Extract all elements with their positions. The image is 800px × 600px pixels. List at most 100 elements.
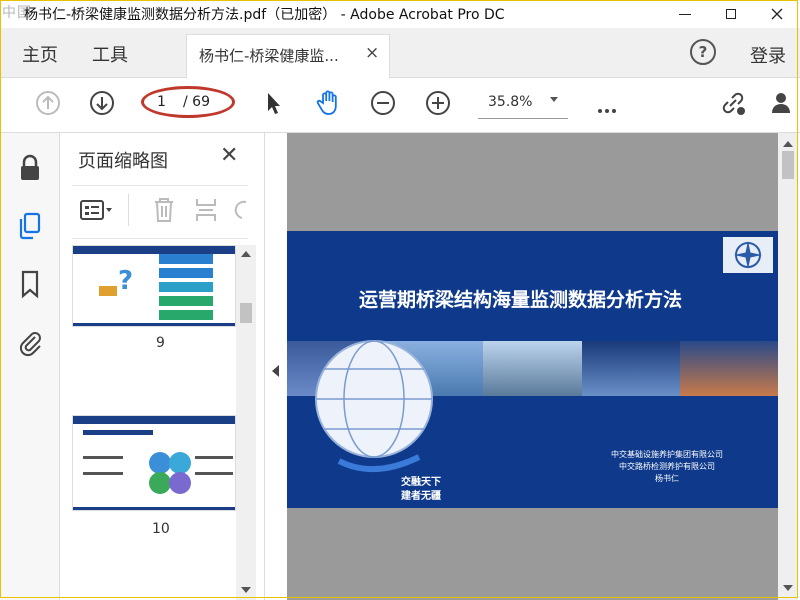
scroll-up-icon[interactable] — [783, 141, 793, 147]
bar-item — [159, 296, 213, 306]
page-thumbnails-button[interactable] — [16, 211, 44, 240]
tab-close-button[interactable]: × — [365, 43, 379, 63]
more-options-icon — [598, 109, 602, 113]
logo-compass-icon — [734, 241, 762, 269]
minimize-button[interactable] — [662, 0, 708, 28]
title-bar: 中国 杨书仁-桥梁健康监测数据分析方法.pdf（已加密） - Adobe Acr… — [0, 0, 800, 28]
document-tab-label: 杨书仁-桥梁健康监... — [199, 47, 339, 65]
org-line-2: 中交路桥检测养护有限公司 — [619, 462, 715, 471]
zoom-select[interactable]: 35.8% — [478, 90, 568, 119]
bookmark-icon — [21, 270, 39, 299]
document-tab[interactable]: 杨书仁-桥梁健康监... × — [186, 34, 390, 78]
petal — [169, 472, 191, 494]
thumbnail-subtitle — [83, 430, 153, 435]
slide-title: 运营期桥梁结构海量监测数据分析方法 — [359, 289, 683, 311]
photo — [581, 341, 680, 396]
photo — [483, 341, 582, 396]
previous-page-button[interactable] — [33, 88, 63, 118]
hand-tool-icon — [316, 90, 337, 115]
page-thumbnail-10[interactable] — [72, 415, 236, 511]
menu-home[interactable]: 主页 — [22, 41, 58, 67]
security-button[interactable] — [16, 153, 44, 181]
attachments-button[interactable] — [16, 327, 44, 357]
org-line-1: 中交基础设施养护集团有限公司 — [611, 450, 723, 459]
next-page-button[interactable] — [87, 88, 117, 118]
divider — [128, 194, 129, 226]
previous-page-icon — [36, 91, 60, 115]
petal — [149, 452, 171, 474]
thumbnail-page-number: 10 — [152, 521, 170, 537]
zoom-in-button[interactable] — [423, 88, 453, 118]
left-rail — [0, 133, 60, 600]
extract-page-icon[interactable] — [194, 196, 218, 224]
company-logo — [723, 237, 773, 273]
maximize-button[interactable] — [708, 0, 754, 28]
menu-bar: 主页 工具 杨书仁-桥梁健康监... × ? 登录 — [0, 28, 800, 78]
panel-title: 页面缩略图 — [78, 151, 168, 172]
dot — [605, 109, 609, 113]
close-window-button[interactable] — [754, 0, 800, 28]
share-link-button[interactable] — [718, 88, 748, 118]
photo — [679, 341, 778, 396]
document-view[interactable]: 运营期桥梁结构海量监测数据分析方法 中交基础设施养护集团有限公司 中交路桥检测养… — [287, 133, 778, 600]
menu-tools[interactable]: 工具 — [92, 41, 128, 67]
globe-icon — [315, 340, 433, 472]
next-page-icon — [90, 91, 114, 115]
question-mark-icon: ? — [118, 266, 134, 296]
petal — [169, 452, 191, 474]
login-button[interactable]: 登录 — [750, 42, 786, 68]
scrollbar-thumb[interactable] — [782, 151, 794, 179]
scroll-down-icon[interactable] — [783, 585, 793, 591]
maximize-icon — [726, 9, 736, 19]
help-button[interactable]: ? — [690, 39, 716, 65]
pdf-page: 运营期桥梁结构海量监测数据分析方法 中交基础设施养护集团有限公司 中交路桥检测养… — [287, 231, 778, 508]
zoom-value: 35.8% — [488, 94, 533, 110]
zoom-out-button[interactable] — [368, 88, 398, 118]
thumbnail-page-number: 9 — [156, 335, 165, 351]
dot — [612, 109, 616, 113]
text-line — [195, 456, 233, 459]
bar-item — [159, 268, 213, 278]
add-user-button[interactable] — [768, 88, 798, 118]
thumbnail-footer — [73, 507, 235, 510]
bar-item — [159, 282, 213, 292]
page-thumbnail-9[interactable]: ? — [72, 245, 236, 327]
scrollbar-thumb[interactable] — [240, 303, 252, 323]
bar-item — [159, 254, 213, 264]
close-icon — [771, 8, 783, 20]
thumbnail-panel: 页面缩略图 ✕ ? 9 10 — [60, 133, 265, 600]
toolbar: 1 / 69 35.8% — [0, 78, 800, 133]
page-thumbnails-icon — [19, 212, 41, 240]
slogan-line-1: 交融天下 — [401, 477, 441, 488]
text-line — [83, 456, 123, 459]
select-tool-button[interactable] — [258, 88, 288, 118]
slogan-line-2: 建者无疆 — [401, 491, 441, 502]
share-link-icon — [722, 92, 745, 115]
thumbnail-scrollbar[interactable] — [236, 245, 256, 600]
thumbnail-footer — [73, 323, 235, 326]
delete-page-icon[interactable] — [152, 196, 176, 224]
minimize-icon — [679, 13, 691, 15]
thumbnail-options-icon[interactable] — [80, 200, 116, 222]
page-navigator: 1 / 69 — [141, 86, 235, 118]
text-line — [83, 472, 123, 475]
scroll-up-icon[interactable] — [241, 251, 251, 257]
collapse-arrow-icon — [272, 365, 279, 377]
panel-collapse-handle[interactable] — [265, 133, 287, 600]
figure-icon — [99, 286, 117, 296]
more-options-button[interactable] — [598, 98, 619, 117]
hand-tool-button[interactable] — [314, 88, 344, 118]
panel-close-button[interactable]: ✕ — [220, 143, 238, 168]
thumbnail-header — [73, 416, 235, 424]
document-scrollbar[interactable] — [778, 133, 798, 600]
author: 杨书仁 — [655, 474, 679, 483]
select-cursor-icon — [268, 93, 280, 114]
scroll-down-icon[interactable] — [241, 587, 251, 593]
zoom-in-icon — [426, 91, 450, 115]
red-annotation-oval — [141, 86, 235, 118]
window-title: 杨书仁-桥梁健康监测数据分析方法.pdf（已加密） - Adobe Acroba… — [24, 7, 505, 23]
bookmarks-button[interactable] — [16, 269, 44, 299]
lock-icon — [21, 154, 39, 180]
rotate-page-icon[interactable] — [232, 198, 248, 222]
text-line — [195, 472, 233, 475]
